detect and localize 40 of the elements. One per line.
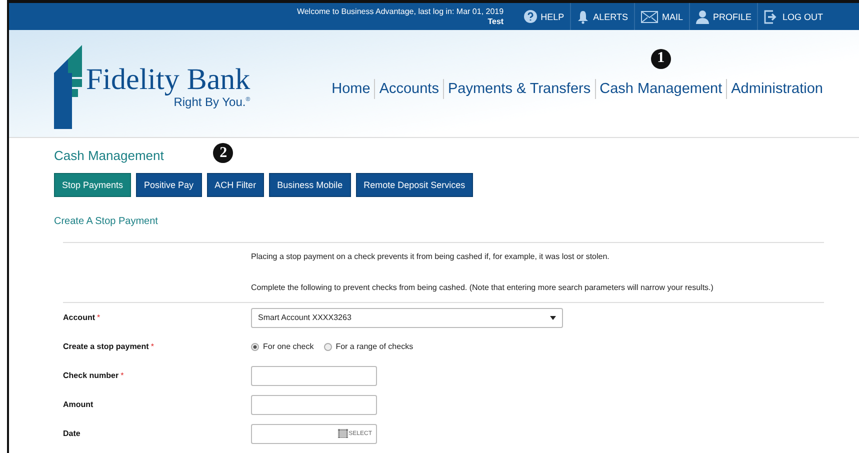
field-label: Amount (63, 400, 94, 409)
nav-link[interactable]: Accounts (374, 78, 443, 98)
logout-icon (764, 10, 778, 24)
logo-tagline: Right By You.$^{®}$ (174, 94, 250, 108)
field-label: Check number (63, 371, 119, 380)
tab[interactable]: Positive Pay (136, 173, 202, 197)
tab[interactable]: Remote Deposit Services (356, 173, 474, 197)
person-icon (696, 10, 709, 24)
intro-text: Complete the following to prevent checks from being cashed. (Note that entering more search parameters will narrow your results.) (251, 284, 714, 292)
page-subtitle: Create A Stop Payment (54, 216, 159, 227)
input-field[interactable] (251, 394, 377, 414)
callout-marker: 2 (213, 143, 234, 163)
section-title: Cash Management (54, 148, 164, 163)
nav-link[interactable]: Administration (726, 78, 827, 98)
mail-icon (640, 10, 658, 22)
nav-link[interactable]: Payments & Transfers (442, 78, 595, 98)
bell-icon (577, 10, 590, 24)
tab[interactable]: Stop Payments (54, 173, 132, 197)
help-icon (524, 10, 537, 23)
calendar-icon (338, 429, 348, 438)
callout-marker: 1 (650, 48, 671, 68)
welcome-text: Welcome to Business Advantage, last log in: Mar 01, 2019 (296, 6, 504, 16)
field-label: Date (63, 429, 80, 438)
required-mark: * (150, 342, 154, 351)
field-label: Create a stop payment (63, 342, 149, 351)
account-select[interactable]: Smart Account XXXX3263 (251, 308, 563, 328)
radio-option[interactable]: For a range of checks (324, 342, 414, 351)
input-field[interactable] (251, 366, 377, 386)
logo-name: Fidelity Bank (86, 64, 250, 94)
radio-option[interactable]: For one check (251, 342, 314, 351)
field-label: Account (63, 313, 95, 322)
nav-link[interactable]: Home (328, 78, 374, 98)
caret-icon (550, 316, 556, 320)
intro-text: Placing a stop payment on a check prevents it from being cashed if, for example, it was lost or stolen. (251, 253, 610, 261)
required-mark: * (97, 313, 100, 322)
user-name: Test (488, 16, 504, 26)
required-mark: * (120, 371, 124, 380)
tab[interactable]: Business Mobile (269, 173, 351, 197)
top-link[interactable]: HELP (518, 3, 570, 30)
logo-icon (54, 44, 82, 128)
